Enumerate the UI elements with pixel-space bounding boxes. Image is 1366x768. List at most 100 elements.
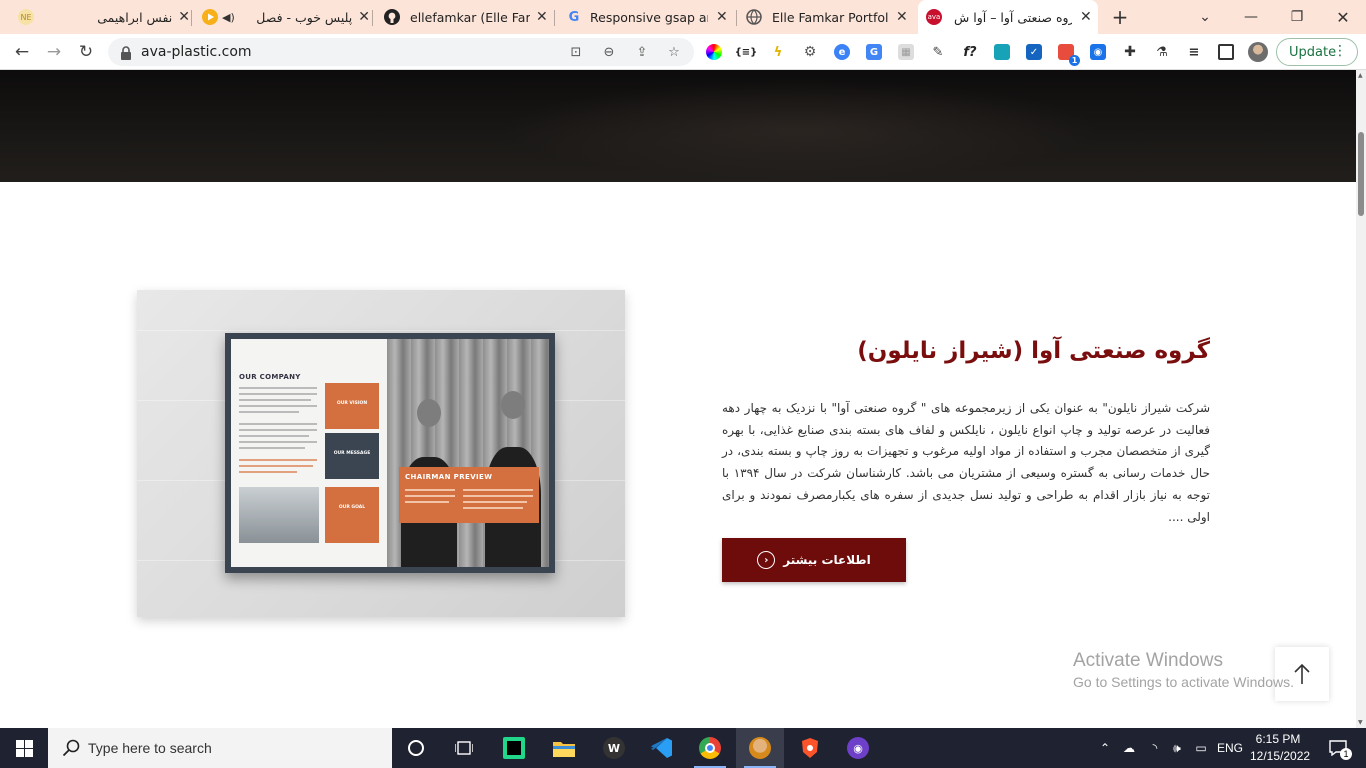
puzzle-badge-extension-icon[interactable]: 1 <box>1058 44 1080 66</box>
close-tab-icon[interactable]: ✕ <box>178 9 190 25</box>
company-brochure-image: OUR COMPANY OUR VISION OUR MESSAGE OUR G… <box>137 290 625 617</box>
google-translate-extension-icon[interactable]: G <box>866 44 882 60</box>
reload-button[interactable]: ↻ <box>74 40 98 64</box>
gear-extension-icon[interactable]: ⚙ <box>802 44 818 60</box>
clock-date: 12/15/2022 <box>1250 749 1311 763</box>
update-label: Update <box>1289 44 1337 60</box>
notification-count: 1 <box>1340 748 1352 760</box>
search-icon <box>62 739 80 757</box>
tab-responsive-gsap[interactable]: G Responsive gsap anim ✕ <box>556 0 734 34</box>
ne-favicon-icon: NE <box>18 9 34 25</box>
hero-banner-bottom <box>0 70 1356 182</box>
vscode-app-icon[interactable] <box>638 728 686 768</box>
address-bar[interactable]: ava-plastic.com ⊡ ⊖ ⇪ ☆ <box>108 38 694 66</box>
chrome-profile-app-icon[interactable] <box>736 728 784 768</box>
restore-button[interactable]: ❐ <box>1274 0 1320 34</box>
checkbox-extension-icon[interactable]: ✓ <box>1026 44 1042 60</box>
close-tab-icon[interactable]: ✕ <box>716 9 728 25</box>
brave-app-icon[interactable] <box>786 728 834 768</box>
watermark-line2: Go to Settings to activate Windows. <box>1073 674 1294 690</box>
more-info-button[interactable]: اطلاعات بیشتر ‹ <box>722 538 906 582</box>
page-scrollbar[interactable]: ▲ ▼ <box>1356 70 1366 728</box>
zoom-icon[interactable]: ⊖ <box>601 44 617 60</box>
extensions-puzzle-icon[interactable]: ✚ <box>1122 44 1138 60</box>
tab-ava-group[interactable]: ava گروه صنعتی آوا – آوا ش ✕ <box>918 0 1098 34</box>
new-tab-button[interactable]: + <box>1108 5 1132 29</box>
section-description: شرکت شیراز نایلون" به عنوان یکی از زیرمج… <box>722 401 1210 524</box>
pycharm-app-icon[interactable] <box>490 728 538 768</box>
close-tab-icon[interactable]: ✕ <box>896 9 908 25</box>
screen-capture-extension-icon[interactable]: ◉ <box>1090 44 1106 60</box>
file-explorer-icon[interactable] <box>540 728 588 768</box>
task-view-icon[interactable] <box>440 728 488 768</box>
scrollbar-thumb[interactable] <box>1358 132 1364 216</box>
tab-title: Responsive gsap anim <box>590 9 708 25</box>
web-page: OUR COMPANY OUR VISION OUR MESSAGE OUR G… <box>0 70 1356 728</box>
github-desktop-app-icon[interactable]: ◉ <box>834 728 882 768</box>
tab-police-khoob[interactable]: ◀) پلیس خوب - فصل ✕ <box>192 0 370 34</box>
brochure-goal-box: OUR GOAL <box>325 487 379 543</box>
tab-elle-famkar-portfolio[interactable]: Elle Famkar Portfolio | ✕ <box>738 0 916 34</box>
close-tab-icon[interactable]: ✕ <box>358 9 370 25</box>
tab-title: ellefamkar (Elle Famka <box>410 9 530 25</box>
webstorm-app-icon[interactable]: W <box>590 728 638 768</box>
chrome-app-icon[interactable] <box>686 728 734 768</box>
translate-icon[interactable]: ⊡ <box>568 44 584 60</box>
side-panel-icon[interactable] <box>1218 44 1234 60</box>
wifi-icon[interactable]: ◝ <box>1144 728 1166 768</box>
chevron-left-icon: ‹ <box>757 551 776 569</box>
url-text[interactable]: ava-plastic.com <box>141 44 252 60</box>
brochure-left-page: OUR COMPANY OUR VISION OUR MESSAGE OUR G… <box>231 339 387 567</box>
brochure-box-label: OUR VISION <box>336 401 368 406</box>
start-button[interactable] <box>0 728 48 768</box>
teal-square-extension-icon[interactable] <box>994 44 1010 60</box>
onedrive-cloud-icon[interactable]: ☁ <box>1118 728 1140 768</box>
minimize-button[interactable]: — <box>1228 0 1274 34</box>
lightning-extension-icon[interactable]: ϟ <box>770 44 786 60</box>
notification-center-button[interactable]: 1 <box>1320 728 1356 768</box>
show-hidden-icons-chevron-icon[interactable]: ⌃ <box>1096 728 1114 768</box>
bookmark-star-icon[interactable]: ☆ <box>666 44 682 60</box>
cortana-icon[interactable] <box>392 728 440 768</box>
profile-avatar[interactable] <box>1248 42 1268 62</box>
share-icon[interactable]: ⇪ <box>634 44 650 60</box>
system-clock[interactable]: 6:15 PM 12/15/2022 <box>1250 731 1311 765</box>
lock-icon[interactable] <box>120 45 132 64</box>
json-extension-icon[interactable]: {≡} <box>735 44 758 60</box>
forward-button[interactable]: → <box>42 40 66 64</box>
close-tab-icon[interactable]: ✕ <box>1080 9 1092 25</box>
eyedropper-extension-icon[interactable]: ✎ <box>930 44 946 60</box>
tab-search-chevron-icon[interactable]: ⌄ <box>1182 0 1228 34</box>
taskbar-search-box[interactable]: Type here to search <box>48 728 392 768</box>
tab-title: نفس ابراهیمی <box>97 9 173 25</box>
tab-github-ellefamkar[interactable]: ellefamkar (Elle Famka ✕ <box>374 0 552 34</box>
tab-nafas-ebrahimi[interactable]: NE نفس ابراهیمی ✕ <box>8 0 190 34</box>
font-question-extension-icon[interactable]: f? <box>962 44 978 60</box>
close-window-button[interactable]: ✕ <box>1320 0 1366 34</box>
tab-title: پلیس خوب - فصل <box>256 9 353 25</box>
language-indicator[interactable]: ENG <box>1214 728 1246 768</box>
brochure-vision-box: OUR VISION <box>325 383 379 429</box>
update-button[interactable]: Update ⋮ <box>1276 38 1358 66</box>
windows-taskbar: Type here to search W ◉ ⌃ ☁ ◝ 🕪 ▭ ENG 6:… <box>0 728 1366 768</box>
menu-kebab-icon[interactable]: ⋮ <box>1333 43 1347 59</box>
speaker-icon[interactable]: ◀) <box>222 11 235 24</box>
reading-list-icon[interactable]: ≡ <box>1186 44 1202 60</box>
section-title: گروه صنعتی آوا (شیراز نایلون) <box>857 338 1210 364</box>
brochure-right-page: CHAIRMAN PREVIEW <box>387 339 549 567</box>
search-placeholder: Type here to search <box>88 740 212 756</box>
ava-favicon-icon: ava <box>926 9 942 25</box>
github-favicon-icon <box>384 9 400 25</box>
labs-flask-icon[interactable]: ⚗ <box>1154 44 1170 60</box>
scroll-down-arrow-icon[interactable]: ▼ <box>1358 719 1363 726</box>
volume-icon[interactable]: 🕪 <box>1166 728 1188 768</box>
back-button[interactable]: ← <box>10 40 34 64</box>
activate-windows-watermark: Activate Windows Go to Settings to activ… <box>1073 650 1294 690</box>
close-tab-icon[interactable]: ✕ <box>536 9 548 25</box>
color-picker-extension-icon[interactable] <box>706 44 722 60</box>
scroll-up-arrow-icon[interactable]: ▲ <box>1358 72 1363 79</box>
edge-extension-icon[interactable]: e <box>834 44 850 60</box>
battery-icon[interactable]: ▭ <box>1190 728 1212 768</box>
grid-extension-icon[interactable]: ▦ <box>898 44 914 60</box>
tab-title: گروه صنعتی آوا – آوا ش <box>954 9 1072 25</box>
